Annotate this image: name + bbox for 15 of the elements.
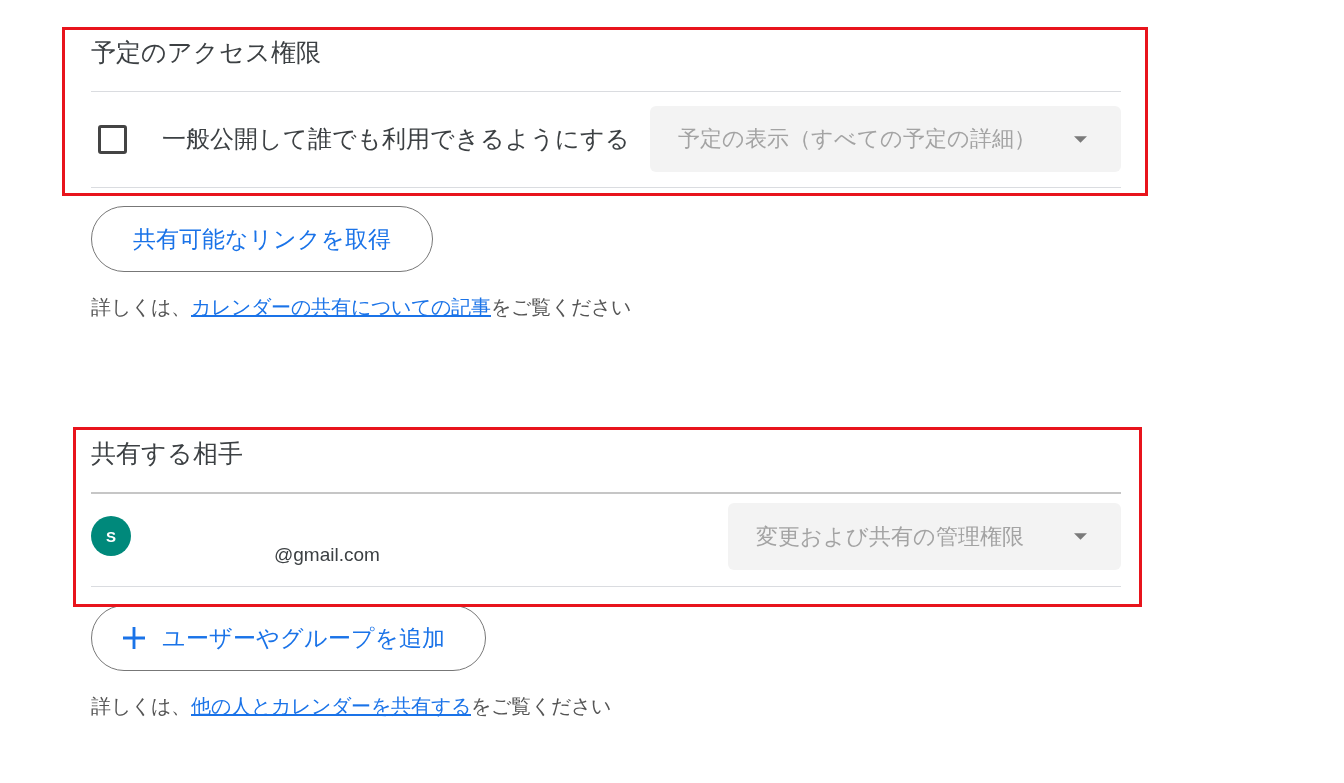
- section-title: 予定のアクセス権限: [91, 37, 321, 68]
- caret-icon: [1074, 533, 1087, 540]
- section-title: 共有する相手: [91, 438, 243, 469]
- help-text: 詳しくは、カレンダーの共有についての記事をご覧ください: [91, 295, 631, 319]
- email-text: @gmail.com: [274, 544, 380, 566]
- caret-icon: [1074, 135, 1087, 143]
- help-link[interactable]: カレンダーの共有についての記事: [191, 296, 491, 318]
- plus-icon: [123, 627, 145, 649]
- help-text: 詳しくは、他の人とカレンダーを共有するをご覧ください: [91, 694, 611, 718]
- add-people-button[interactable]: ユーザーやグループを追加: [91, 605, 486, 671]
- get-link-button[interactable]: 共有可能なリンクを取得: [91, 206, 433, 272]
- checkbox-label: 一般公開して誰でも利用できるようにする: [162, 125, 630, 154]
- help-link[interactable]: 他の人とカレンダーを共有する: [191, 695, 471, 717]
- checkbox[interactable]: [98, 124, 127, 154]
- avatar-icon: S: [91, 516, 131, 556]
